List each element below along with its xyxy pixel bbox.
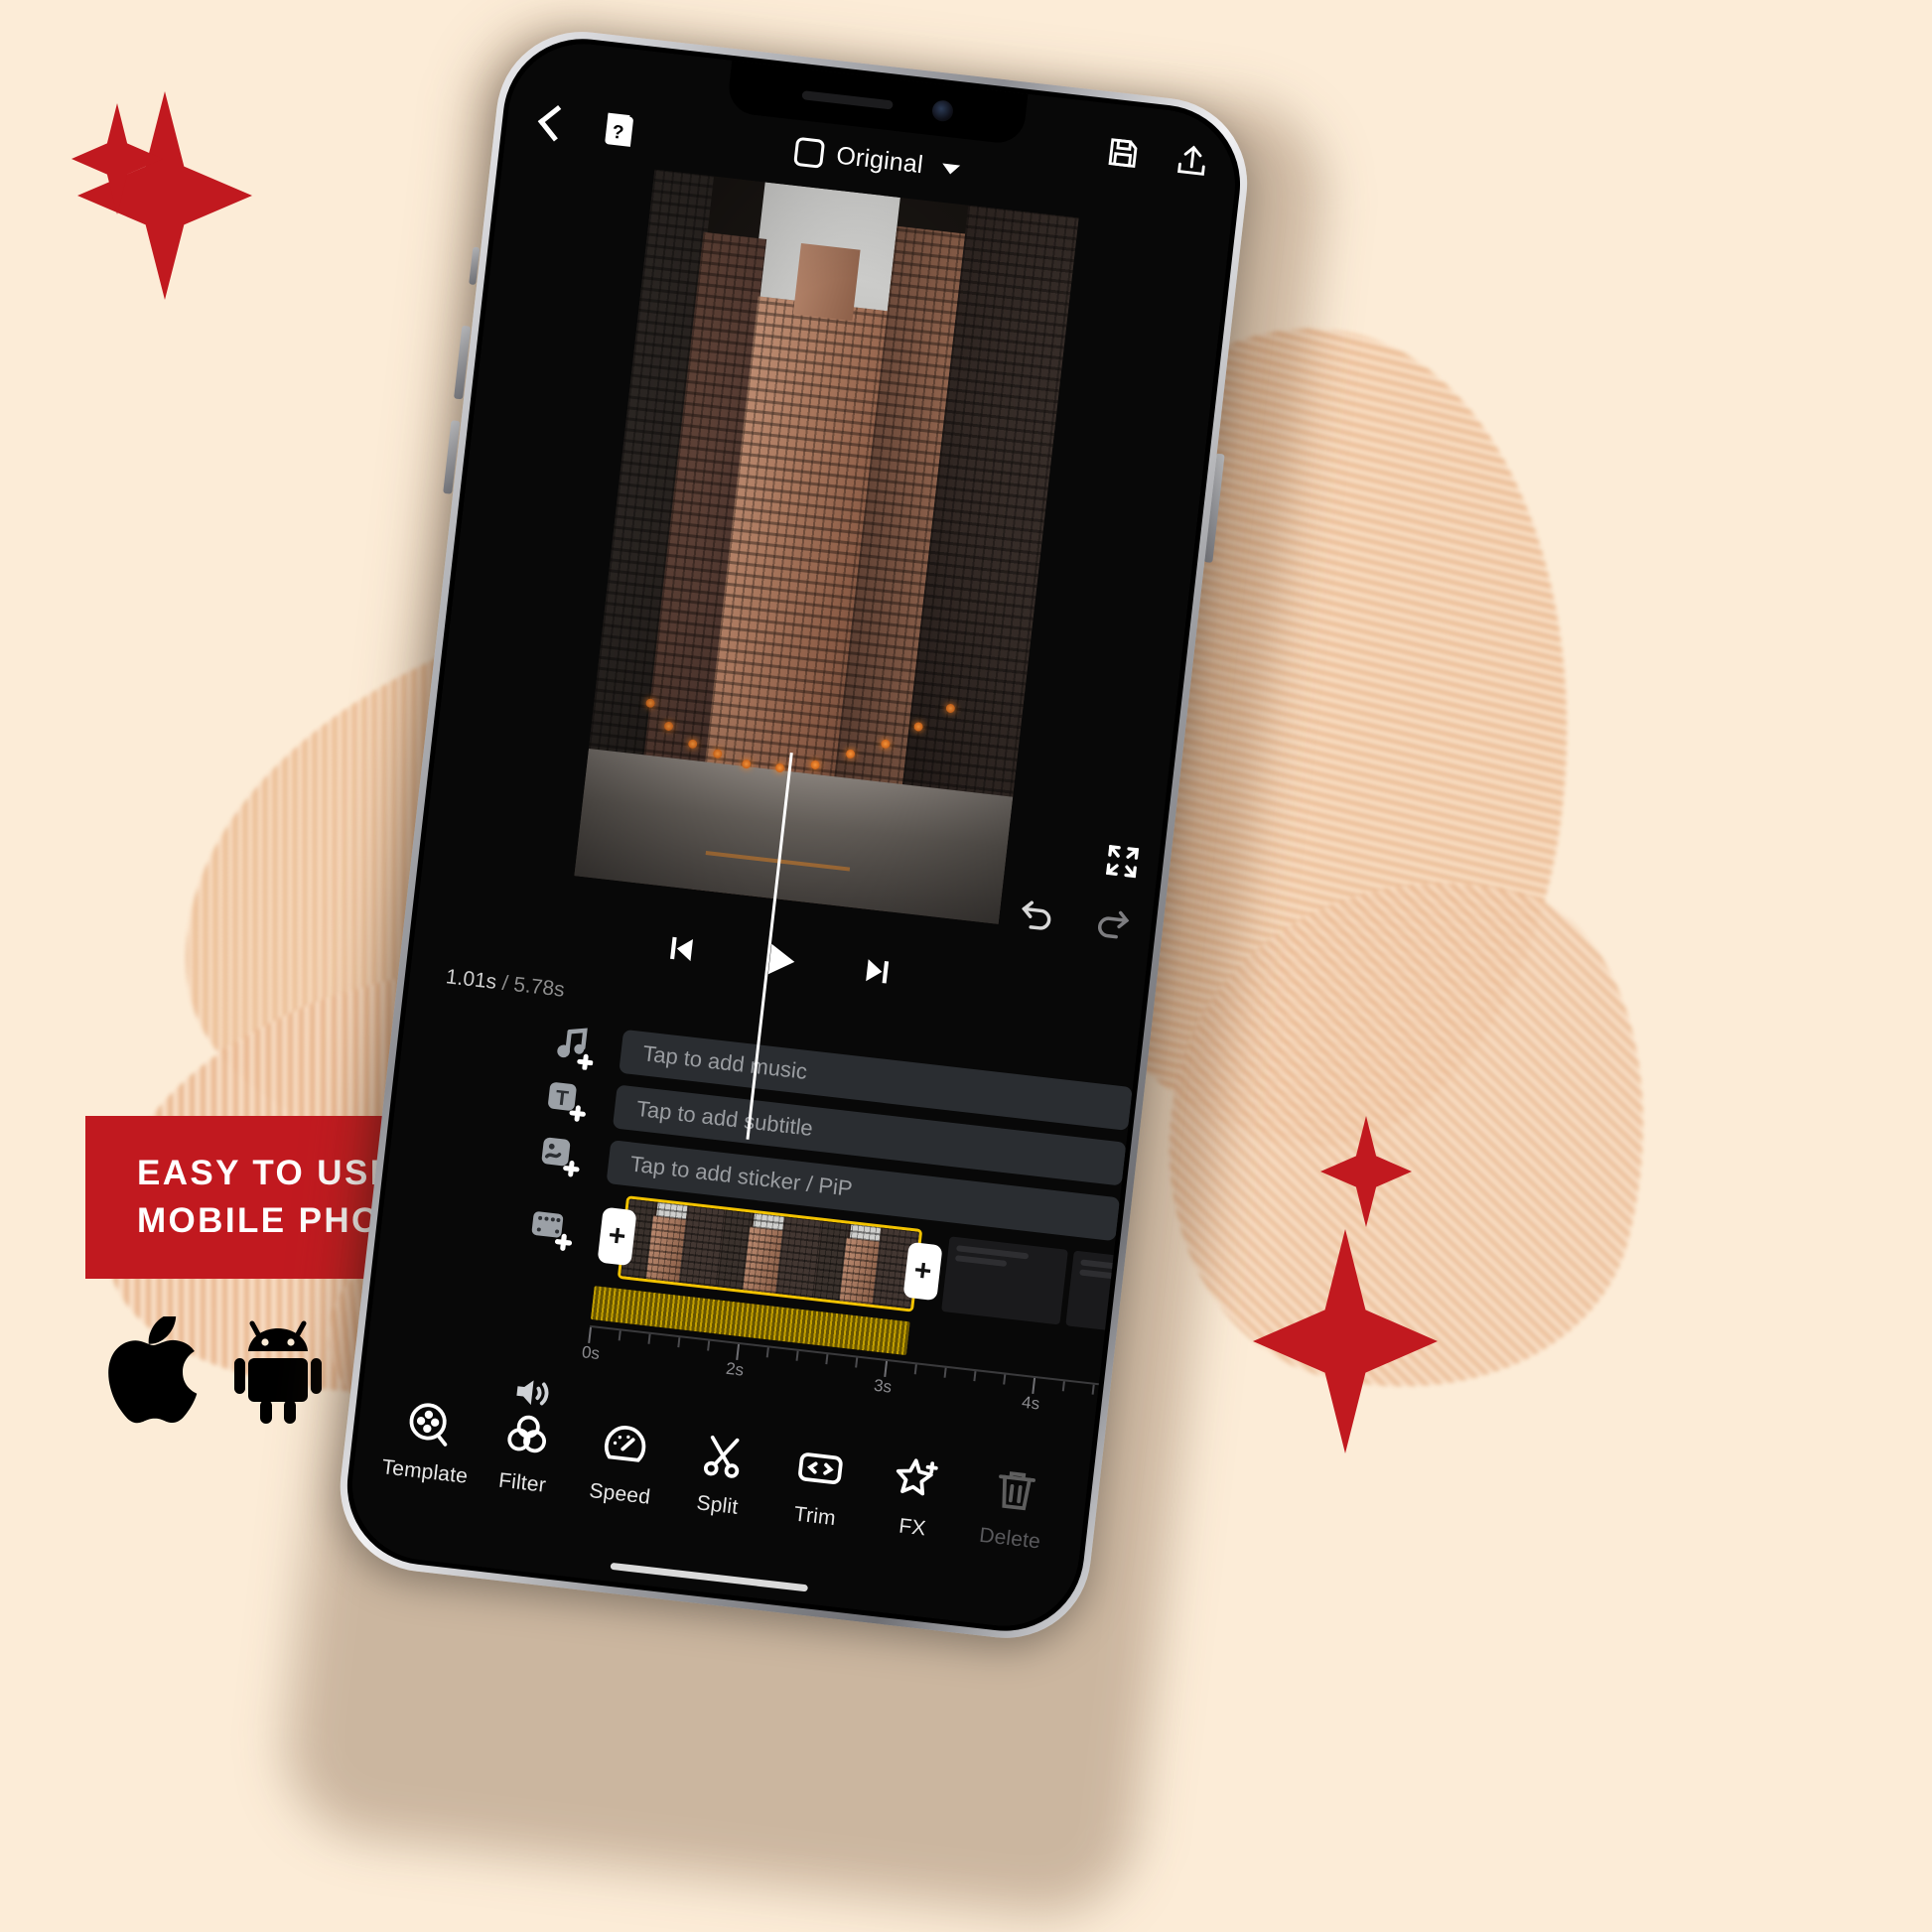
play-button[interactable]: [755, 935, 805, 986]
timeline-panel: 1.01s / 5.78s Tap to add music T Tap to …: [364, 753, 1193, 1458]
add-subtitle-button[interactable]: T: [513, 1072, 618, 1129]
clip-thumbnail: [621, 1198, 727, 1288]
svg-text:T: T: [554, 1086, 570, 1110]
sparkle-small-top-left: [71, 103, 163, 214]
sparkle-small-bottom-right: [1320, 1116, 1412, 1227]
skip-previous-icon: [670, 936, 693, 962]
next-frame-button[interactable]: [857, 950, 898, 992]
aspect-ratio-selector[interactable]: Original: [793, 136, 961, 185]
earpiece-speaker: [800, 89, 894, 109]
time-separator: /: [500, 971, 510, 996]
add-sticker-button[interactable]: [507, 1128, 612, 1184]
store-badges: [107, 1316, 322, 1424]
help-book-icon: ?: [605, 112, 633, 147]
video-editor-app: ? Original 1.01s / 5.78s Tap to add musi…: [344, 36, 1244, 1634]
add-video-button[interactable]: [499, 1199, 604, 1258]
sticker-add-icon: [541, 1137, 580, 1177]
video-preview[interactable]: [574, 169, 1079, 924]
tool-label-filter: Filter: [497, 1468, 548, 1497]
save-button[interactable]: [1103, 133, 1143, 173]
video-preview-area: [421, 147, 1230, 960]
aspect-ratio-label: Original: [834, 141, 925, 180]
clip-left-handle[interactable]: +: [597, 1206, 637, 1267]
previous-frame-button[interactable]: [660, 928, 702, 970]
volume-button[interactable]: [481, 1364, 585, 1421]
fullscreen-button[interactable]: [1100, 839, 1145, 888]
clip-thumbnail: [717, 1209, 823, 1299]
tool-label-fx: FX: [897, 1514, 927, 1541]
chevron-down-icon: [940, 163, 960, 176]
ruler-tick-0s: 0s: [581, 1342, 602, 1364]
ruler-tick-2s: 2s: [725, 1358, 746, 1380]
android-robot-icon[interactable]: [234, 1316, 322, 1424]
redo-button[interactable]: [1089, 901, 1135, 947]
export-upload-icon: [1177, 145, 1205, 176]
tool-template[interactable]: Template: [374, 1394, 482, 1490]
ruler-tick-3s: 3s: [873, 1375, 894, 1397]
template-reel-icon: [409, 1403, 448, 1447]
save-disk-icon: [1108, 138, 1138, 168]
phone-screen: ? Original 1.01s / 5.78s Tap to add musi…: [344, 36, 1244, 1634]
music-note-add-icon: [557, 1028, 594, 1071]
back-button[interactable]: [536, 104, 575, 142]
timeline-tracks: Tap to add music T Tap to add subtitle T…: [480, 1013, 1193, 1484]
svg-text:?: ?: [611, 122, 624, 144]
undo-button[interactable]: [1015, 893, 1060, 938]
redo-arrow-icon: [1098, 910, 1130, 939]
tutorial-button[interactable]: ?: [601, 110, 640, 152]
tool-label-split: Split: [695, 1491, 740, 1519]
aspect-ratio-icon: [793, 136, 826, 169]
trash-icon: [998, 1471, 1035, 1511]
skip-next-icon: [866, 959, 890, 984]
video-frame-image: [574, 169, 1079, 924]
undo-arrow-icon: [1022, 900, 1051, 930]
fullscreen-expand-icon: [1105, 844, 1140, 879]
tool-label-speed: Speed: [588, 1478, 652, 1509]
clip-right-handle[interactable]: +: [902, 1241, 943, 1302]
back-chevron-icon: [537, 104, 575, 142]
play-triangle-icon: [767, 943, 795, 975]
text-add-icon: T: [548, 1082, 586, 1122]
timeline-ghost-clip[interactable]: [941, 1236, 1068, 1325]
sparkle-large-bottom-right: [1253, 1229, 1438, 1453]
film-add-icon: [531, 1211, 573, 1251]
add-music-button[interactable]: [520, 1018, 624, 1074]
volume-icon: [516, 1380, 549, 1406]
clip-thumbnail: [813, 1220, 920, 1310]
export-button[interactable]: [1173, 141, 1212, 181]
front-camera-icon: [930, 98, 954, 122]
apple-logo-icon[interactable]: [107, 1316, 199, 1424]
ruler-tick-4s: 4s: [1021, 1392, 1041, 1414]
total-time: 5.78s: [512, 973, 566, 1002]
tool-label-trim: Trim: [792, 1502, 837, 1531]
current-time: 1.01s: [444, 965, 498, 994]
tool-label-delete: Delete: [978, 1523, 1042, 1554]
tool-label-template: Template: [380, 1455, 470, 1488]
